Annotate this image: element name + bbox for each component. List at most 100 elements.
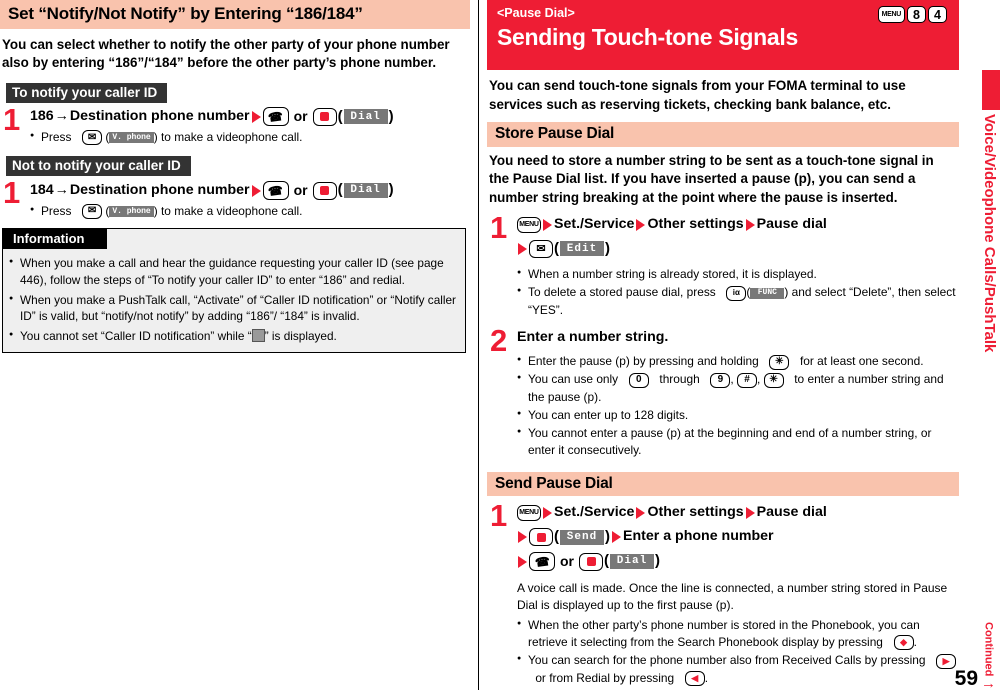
menu-key-icon[interactable]: MENU: [517, 216, 541, 233]
nav-item-other-settings[interactable]: Other settings: [647, 502, 743, 523]
dial-softkey-button[interactable]: Dial: [343, 109, 388, 125]
prefix-code: 184: [30, 181, 54, 198]
store-step-2: 2 Enter a number string. Enter the pause…: [487, 325, 959, 460]
vphone-softkey-button[interactable]: V. phone: [109, 206, 154, 218]
left-section-header: Set “Notify/Not Notify” by Entering “186…: [0, 0, 470, 29]
information-item-tail: ” is displayed.: [264, 329, 337, 344]
nav-item-set-service[interactable]: Set./Service: [554, 214, 634, 235]
note-head: When the other party’s phone number is s…: [528, 617, 920, 650]
navigation-key-icon[interactable]: ◆: [893, 635, 914, 651]
red-arrow-icon: [543, 507, 552, 520]
send-note-2: You can search for the phone number also…: [517, 652, 959, 687]
mail-key-icon[interactable]: ✉: [82, 130, 103, 146]
right-lead-text: You can send touch-tone signals from you…: [489, 78, 906, 112]
vphone-softkey-button[interactable]: V. phone: [109, 132, 154, 144]
paren-open: (: [604, 552, 609, 570]
information-label: Information: [3, 229, 107, 250]
key-0-icon[interactable]: 0: [628, 372, 649, 388]
step-instruction-line3: ☎ or ( Dial ): [517, 550, 959, 573]
side-tab-label: Voice/Videophone Calls/PushTalk: [981, 114, 998, 353]
note-mid: through: [659, 372, 700, 387]
prefix-code: 186: [30, 108, 54, 125]
nav-item-set-service[interactable]: Set./Service: [554, 502, 634, 523]
call-key-icon[interactable]: ☎: [262, 107, 289, 127]
right-banner: <Pause Dial> Sending Touch-tone Signals …: [487, 0, 959, 70]
note-tail: ) to make a videophone call.: [153, 130, 303, 145]
dial-softkey-button[interactable]: Dial: [343, 183, 388, 199]
step-not-to-notify: 1 184 → Destination phone number ☎ or ( …: [0, 177, 470, 220]
step-instruction: 186 → Destination phone number ☎ or ( Di…: [30, 106, 470, 129]
red-arrow-icon: [251, 110, 261, 123]
note-head: You can search for the phone number also…: [528, 653, 926, 668]
key-9-icon[interactable]: 9: [710, 372, 731, 388]
step-instruction: 184 → Destination phone number ☎ or ( Di…: [30, 179, 470, 202]
red-arrow-icon: [745, 507, 755, 520]
func-softkey-button[interactable]: FUNC: [750, 287, 785, 299]
note-tail: or from Redial by pressing: [535, 670, 675, 685]
note-tail: for at least one second.: [799, 354, 924, 369]
continued-label: Continued: [982, 621, 995, 676]
status-indicator-icon: [251, 329, 265, 343]
send-softkey-button[interactable]: Send: [560, 529, 604, 545]
select-key-icon[interactable]: [312, 181, 337, 200]
send-note-1: When the other party’s phone number is s…: [517, 617, 959, 652]
page-footer: 59 Continued →: [955, 622, 996, 691]
note-head: Enter the pause (p) by pressing and hold…: [528, 354, 759, 369]
step-number: 1: [3, 101, 21, 137]
red-arrow-icon: [518, 555, 527, 568]
store-step2-note-1: Enter the pause (p) by pressing and hold…: [517, 353, 959, 370]
red-arrow-icon: [636, 218, 646, 231]
red-arrow-icon: [518, 242, 527, 255]
nav-item-pause-dial[interactable]: Pause dial: [757, 502, 827, 523]
or-label: or: [560, 553, 574, 570]
navigation-key-left-icon[interactable]: ◀: [684, 670, 705, 686]
section-not-to-notify: Not to notify your caller ID 1 184 → Des…: [0, 146, 470, 220]
or-label: or: [293, 182, 308, 199]
store-step2-note-3: You can enter up to 128 digits.: [517, 407, 959, 424]
mail-key-icon[interactable]: ✉: [82, 204, 103, 220]
step-note: Press ✉ (V. phone) to make a videophone …: [30, 203, 470, 220]
key-badge-8[interactable]: 8: [907, 6, 926, 23]
store-step2-note-4: You cannot enter a pause (p) at the begi…: [517, 425, 959, 460]
edit-softkey-button[interactable]: Edit: [560, 241, 604, 257]
red-arrow-icon: [518, 531, 527, 544]
send-pause-dial-section: Send Pause Dial 1 MENU Set./Service Othe…: [487, 471, 959, 687]
navigation-key-right-icon[interactable]: ▶: [936, 653, 957, 669]
side-tab: Voice/Videophone Calls/PushTalk: [980, 70, 1002, 480]
send-section-header: Send Pause Dial: [487, 471, 959, 497]
paren-open: (: [337, 181, 343, 199]
menu-key-badge[interactable]: MENU: [877, 6, 905, 23]
send-description: A voice call is made. Once the line is c…: [517, 580, 948, 612]
or-label: or: [293, 108, 308, 125]
call-key-icon[interactable]: ☎: [262, 181, 289, 201]
arrow-char: →: [54, 108, 69, 125]
information-box: Information When you make a call and hea…: [2, 228, 466, 353]
red-arrow-icon: [612, 531, 621, 544]
hash-key-icon[interactable]: #: [736, 372, 757, 388]
store-section-header: Store Pause Dial: [487, 122, 959, 147]
paren-open: (: [337, 107, 343, 125]
mail-key-icon[interactable]: ✉: [529, 239, 553, 258]
select-key-icon[interactable]: [529, 528, 553, 547]
select-key-icon[interactable]: [579, 552, 603, 571]
menu-key-icon[interactable]: MENU: [517, 505, 541, 522]
period-2: .: [704, 670, 709, 685]
comma-1: ,: [730, 372, 734, 387]
call-key-icon[interactable]: ☎: [529, 552, 555, 572]
step-number: 1: [490, 210, 508, 246]
select-key-icon[interactable]: [312, 107, 337, 126]
nav-item-pause-dial[interactable]: Pause dial: [757, 214, 827, 235]
asterisk-key-icon[interactable]: ✳: [769, 354, 790, 370]
store-step-1: 1 MENU Set./Service Other settings Pause…: [487, 210, 959, 319]
send-step-1: 1 MENU Set./Service Other settings Pause…: [487, 500, 959, 687]
i-alpha-key-icon[interactable]: iα: [726, 285, 747, 301]
paren-open: (: [554, 239, 559, 257]
asterisk-key-icon[interactable]: ✳: [763, 372, 784, 388]
paren-open: (: [554, 527, 559, 545]
step-instruction-line1: MENU Set./Service Other settings Pause d…: [517, 214, 959, 235]
information-item-text: You cannot set “Caller ID notification” …: [20, 329, 252, 344]
key-badge-4[interactable]: 4: [928, 6, 947, 23]
dial-softkey-button[interactable]: Dial: [610, 554, 654, 570]
nav-item-other-settings[interactable]: Other settings: [647, 214, 743, 235]
step-instruction-line1: MENU Set./Service Other settings Pause d…: [517, 502, 959, 523]
